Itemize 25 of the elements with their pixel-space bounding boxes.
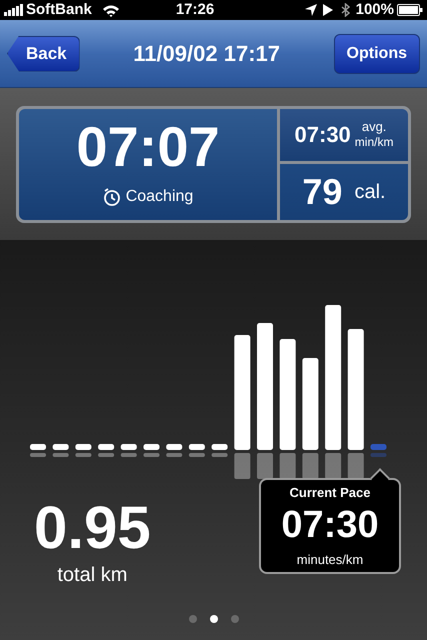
current-pace-value: 07:30	[281, 503, 379, 548]
clock-time: 17:26	[176, 0, 214, 20]
alarm-clock-icon	[102, 188, 121, 206]
battery-percent: 100%	[356, 0, 394, 20]
current-pace-title: Current Pace	[290, 484, 370, 502]
bluetooth-icon	[340, 3, 350, 17]
signal-icon	[4, 4, 24, 16]
pace-unit-bottom: min/km	[354, 135, 394, 150]
calories-value: 79	[302, 170, 342, 214]
play-icon	[322, 4, 333, 16]
distance-unit: total km	[57, 563, 128, 588]
nav-title: 11/09/02 17:17	[133, 40, 280, 68]
duration-value: 07:07	[76, 119, 220, 175]
distance-value: 0.95	[34, 498, 151, 558]
options-button[interactable]: Options	[334, 34, 420, 74]
location-arrow-icon	[304, 4, 317, 16]
back-button[interactable]: Back	[7, 36, 80, 72]
current-pace-unit: minutes/km	[296, 550, 364, 569]
coaching-label: Coaching	[126, 187, 194, 207]
battery-icon	[397, 4, 423, 16]
average-pace-value: 07:30	[294, 121, 351, 149]
calories-unit: cal.	[354, 180, 386, 204]
wifi-icon	[102, 4, 120, 16]
pace-unit-top: avg.	[362, 118, 386, 136]
carrier-name: SoftBank	[26, 0, 92, 20]
